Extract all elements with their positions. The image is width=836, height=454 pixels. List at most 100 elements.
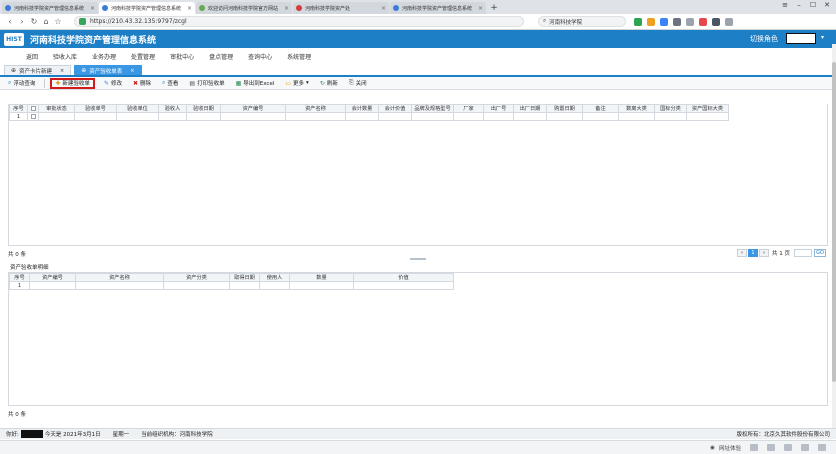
extension-icon[interactable] xyxy=(647,17,655,26)
home-icon[interactable]: ⌂ xyxy=(40,17,52,26)
current-page-button[interactable]: 1 xyxy=(748,249,758,257)
forward-icon[interactable]: › xyxy=(16,17,28,26)
column-header[interactable]: 国标分类 xyxy=(654,104,687,113)
menu-item[interactable]: 业务办理 xyxy=(92,52,116,61)
export-excel-button[interactable]: ▦ 导出到Excel xyxy=(234,78,277,89)
menu-item[interactable]: 处置管理 xyxy=(131,52,155,61)
search-input[interactable]: ⌕ 河南科技学院 xyxy=(538,16,626,27)
close-tab-icon[interactable]: × xyxy=(284,5,289,12)
column-header[interactable]: 数离大类 xyxy=(618,104,655,113)
column-header[interactable]: 资产编号 xyxy=(220,104,286,113)
zoom-icon[interactable] xyxy=(801,444,809,451)
menu-item[interactable]: 审批中心 xyxy=(170,52,194,61)
screenshot-icon[interactable] xyxy=(818,444,826,451)
first-page-button[interactable]: « xyxy=(737,249,747,257)
switch-role-link[interactable]: 切换角色 xyxy=(750,34,778,44)
table-row[interactable]: 1 xyxy=(9,281,454,290)
new-tab-button[interactable]: + xyxy=(487,2,501,14)
back-icon[interactable]: ‹ xyxy=(4,17,16,26)
menu-item[interactable]: 系统管理 xyxy=(287,52,311,61)
column-header[interactable]: 审批状态 xyxy=(38,104,75,113)
extension-icon[interactable] xyxy=(673,17,681,26)
row-checkbox[interactable] xyxy=(27,112,39,121)
close-tab-icon[interactable]: × xyxy=(130,68,134,74)
column-header[interactable]: 取得日期 xyxy=(229,273,260,282)
extension-icon[interactable] xyxy=(712,17,720,26)
menu-icon[interactable]: ≡ xyxy=(778,1,792,9)
browser-bottom-text[interactable]: 网址体验 xyxy=(719,444,741,452)
column-header[interactable]: 资产分类 xyxy=(163,273,230,282)
column-header[interactable]: 出厂号 xyxy=(483,104,514,113)
reload-icon[interactable]: ↻ xyxy=(28,17,40,26)
last-page-button[interactable]: » xyxy=(759,249,769,257)
settings-icon[interactable] xyxy=(784,444,792,451)
browser-tab[interactable]: 河南科技学院资产管理信息系统 × xyxy=(2,2,98,14)
maximize-icon[interactable]: ☐ xyxy=(806,1,820,9)
browser-tab[interactable]: 河南科技学院资产管理信息系统 × xyxy=(390,2,486,14)
menu-item[interactable]: 验收入库 xyxy=(53,52,77,61)
column-header[interactable]: 资产编号 xyxy=(29,273,76,282)
column-header[interactable]: 品牌及规格型号 xyxy=(411,104,454,113)
extension-icon[interactable] xyxy=(725,17,733,26)
column-header[interactable]: 会计价值 xyxy=(378,104,412,113)
checkbox-icon[interactable] xyxy=(30,113,36,119)
minimize-icon[interactable]: – xyxy=(792,1,806,9)
column-header[interactable]: 资产名称 xyxy=(75,273,164,282)
menu-item[interactable]: 返回 xyxy=(26,52,38,61)
go-button[interactable]: GO xyxy=(814,249,826,257)
extension-icon[interactable] xyxy=(634,17,642,26)
new-receipt-button[interactable]: ✚ 新建验收单 xyxy=(50,77,95,89)
user-name-redacted[interactable] xyxy=(786,33,816,44)
page-tab[interactable]: ⊕ 资产卡片新建 × xyxy=(4,65,72,75)
download-icon[interactable] xyxy=(750,444,758,451)
column-header[interactable]: 序号 xyxy=(9,104,28,113)
column-header[interactable]: 厂家 xyxy=(453,104,484,113)
column-header[interactable]: 价值 xyxy=(353,273,454,282)
menu-item[interactable]: 盘点管理 xyxy=(209,52,233,61)
page-tab[interactable]: ⊕ 资产验收单表 × xyxy=(74,65,142,75)
panel-splitter-handle[interactable] xyxy=(410,258,426,260)
close-tab-icon[interactable]: × xyxy=(381,5,386,12)
view-button[interactable]: ⌕ 查看 xyxy=(160,78,180,89)
close-tab-icon[interactable]: × xyxy=(60,68,64,74)
page-number-input[interactable] xyxy=(794,249,812,257)
browser-tab[interactable]: 河南科技学院资产处 × xyxy=(293,2,389,14)
browser-tab[interactable]: 欢迎访问河南科技学院官方网站 × xyxy=(196,2,292,14)
checkbox-icon[interactable] xyxy=(30,105,36,111)
column-header[interactable]: 验收单位 xyxy=(116,104,159,113)
bookmark-star-icon[interactable]: ☆ xyxy=(52,17,64,26)
column-header[interactable]: 验收人 xyxy=(158,104,187,113)
sound-icon[interactable] xyxy=(767,444,775,451)
extension-icon[interactable] xyxy=(686,17,694,26)
print-button[interactable]: ▤ 打印验收单 xyxy=(187,78,226,89)
close-tab-icon[interactable]: × xyxy=(478,5,483,12)
extension-icon[interactable] xyxy=(660,17,668,26)
close-tab-icon[interactable]: × xyxy=(90,5,95,12)
url-input[interactable]: https://210.43.32.135:9797/zcgl xyxy=(74,16,524,27)
refresh-button[interactable]: ↻ 刷新 xyxy=(318,78,340,89)
column-header[interactable]: 使用人 xyxy=(259,273,290,282)
menu-item[interactable]: 查询中心 xyxy=(248,52,272,61)
select-all-checkbox[interactable] xyxy=(27,104,39,113)
column-header[interactable]: 资产名称 xyxy=(285,104,346,113)
chevron-down-icon[interactable]: ▾ xyxy=(821,34,824,41)
column-header[interactable]: 备注 xyxy=(582,104,619,113)
close-window-icon[interactable]: ✕ xyxy=(820,1,834,9)
column-header[interactable]: 出厂日期 xyxy=(513,104,547,113)
float-query-button[interactable]: ⌕ 浮动查询 xyxy=(6,78,37,89)
browser-tab[interactable]: 河南科技学院资产管理信息系统 × xyxy=(99,2,195,14)
extension-icon[interactable] xyxy=(699,17,707,26)
delete-button[interactable]: ✖ 删除 xyxy=(131,78,153,89)
close-button[interactable]: ⎘ 关闭 xyxy=(347,78,369,89)
column-header[interactable]: 验收单号 xyxy=(74,104,117,113)
close-tab-icon[interactable]: × xyxy=(187,5,192,12)
edit-button[interactable]: ✎ 修改 xyxy=(102,78,124,89)
column-header[interactable]: 购置日期 xyxy=(546,104,583,113)
more-button[interactable]: ▭ 更多 ▾ xyxy=(283,78,310,89)
scrollbar-thumb[interactable] xyxy=(832,62,836,382)
column-header[interactable]: 资产国标大类 xyxy=(686,104,729,113)
table-row[interactable]: 1 xyxy=(9,112,729,121)
column-header[interactable]: 验收日期 xyxy=(186,104,221,113)
column-header[interactable]: 会计数量 xyxy=(345,104,379,113)
column-header[interactable]: 序号 xyxy=(9,273,30,282)
